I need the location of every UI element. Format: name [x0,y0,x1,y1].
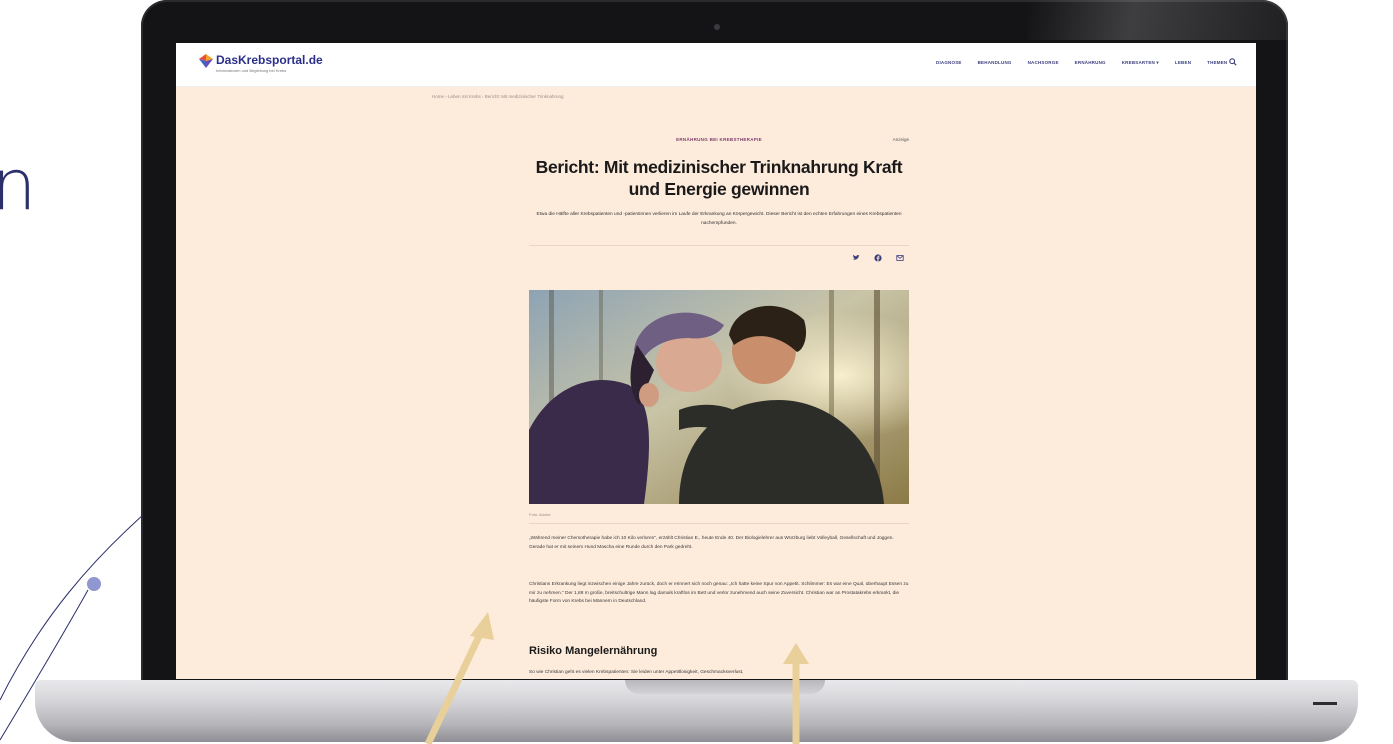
arrow-up-icon [424,612,494,744]
annotation-arrows [424,612,809,744]
arrow-up-icon [783,643,809,744]
